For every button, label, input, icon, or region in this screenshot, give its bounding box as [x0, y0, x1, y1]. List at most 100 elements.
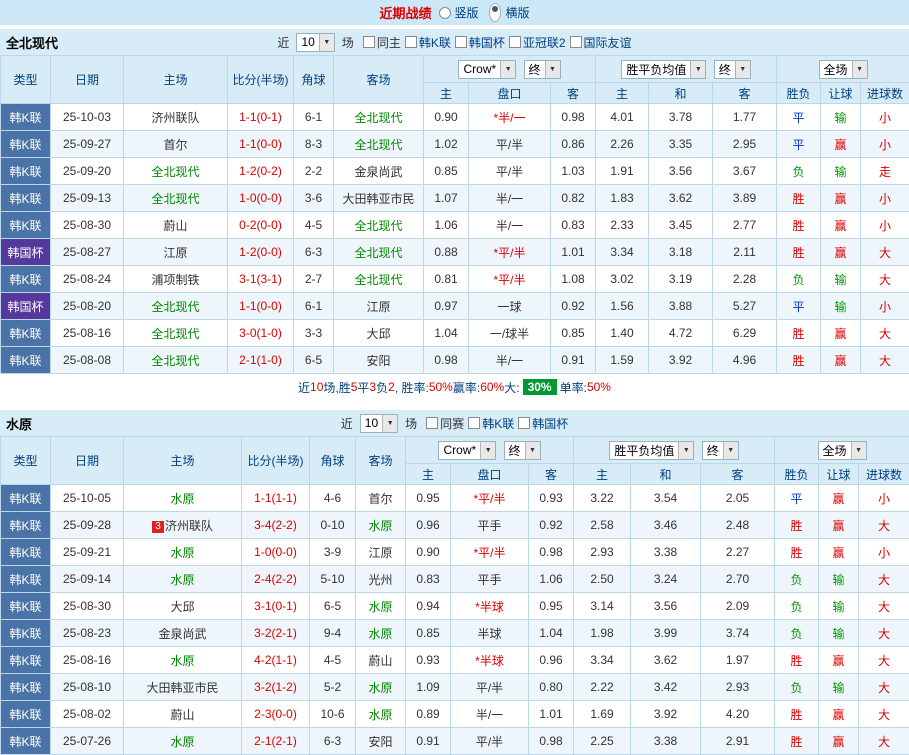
home-team[interactable]: 全北现代 — [124, 185, 228, 212]
home-team[interactable]: 江原 — [124, 239, 228, 266]
match-score[interactable]: 2-1(1-0) — [228, 347, 294, 374]
away-team[interactable]: 安阳 — [334, 347, 424, 374]
radio-selected-icon[interactable] — [489, 3, 501, 22]
away-team[interactable]: 水原 — [356, 620, 406, 647]
match-score[interactable]: 1-0(0-0) — [242, 539, 310, 566]
home-team[interactable]: 济州联队 — [124, 104, 228, 131]
corner-score: 6-1 — [294, 293, 334, 320]
home-team[interactable]: 水原 — [124, 485, 242, 512]
handicap-away-odds: 0.86 — [551, 131, 596, 158]
away-team[interactable]: 全北现代 — [334, 104, 424, 131]
match-score[interactable]: 1-0(0-0) — [228, 185, 294, 212]
filter-韩K联[interactable]: 韩K联 — [468, 415, 514, 432]
match-score[interactable]: 1-1(1-1) — [242, 485, 310, 512]
away-team[interactable]: 江原 — [356, 539, 406, 566]
result-handicap: 赢 — [819, 701, 859, 728]
match-score[interactable]: 1-2(0-2) — [228, 158, 294, 185]
home-team[interactable]: 蔚山 — [124, 701, 242, 728]
checkbox-icon[interactable] — [468, 417, 480, 429]
match-score[interactable]: 2-4(2-2) — [242, 566, 310, 593]
layout-option-vertical[interactable]: 竖版 — [439, 4, 478, 21]
away-team[interactable]: 全北现代 — [334, 239, 424, 266]
checkbox-icon[interactable] — [426, 417, 438, 429]
avg-final-select[interactable]: 终▼ — [702, 441, 739, 460]
full-match-select[interactable]: 全场▼ — [819, 60, 868, 79]
away-team[interactable]: 安阳 — [356, 728, 406, 755]
team-name-text: 大田韩亚市民 — [146, 681, 218, 695]
home-team[interactable]: 全北现代 — [124, 347, 228, 374]
avg-odds-select[interactable]: 胜平负均值▼ — [621, 60, 706, 79]
away-team[interactable]: 全北现代 — [334, 212, 424, 239]
filter-韩K联[interactable]: 韩K联 — [405, 34, 451, 51]
away-team[interactable]: 全北现代 — [334, 131, 424, 158]
match-score[interactable]: 3-2(2-1) — [242, 620, 310, 647]
home-team[interactable]: 全北现代 — [124, 320, 228, 347]
odds-company-select[interactable]: Crow*▼ — [458, 60, 516, 79]
checkbox-icon[interactable] — [509, 36, 521, 48]
avg-final-select[interactable]: 终▼ — [714, 60, 751, 79]
away-team[interactable]: 江原 — [334, 293, 424, 320]
away-team[interactable]: 金泉尚武 — [334, 158, 424, 185]
games-count-select[interactable]: 10▼ — [360, 414, 398, 433]
layout-option-horizontal[interactable]: 横版 — [487, 3, 530, 22]
full-match-select[interactable]: 全场▼ — [818, 441, 867, 460]
home-team[interactable]: 大邱 — [124, 593, 242, 620]
filter-韩国杯[interactable]: 韩国杯 — [518, 415, 568, 432]
away-team[interactable]: 水原 — [356, 512, 406, 539]
away-team[interactable]: 水原 — [356, 674, 406, 701]
home-team[interactable]: 大田韩亚市民 — [124, 674, 242, 701]
home-team[interactable]: 3济州联队 — [124, 512, 242, 539]
odds-final-select[interactable]: 终▼ — [504, 441, 541, 460]
match-score[interactable]: 0-2(0-0) — [228, 212, 294, 239]
home-team[interactable]: 金泉尚武 — [124, 620, 242, 647]
match-score[interactable]: 1-1(0-0) — [228, 131, 294, 158]
corner-score: 3-6 — [294, 185, 334, 212]
match-score[interactable]: 3-0(1-0) — [228, 320, 294, 347]
match-score[interactable]: 3-1(0-1) — [242, 593, 310, 620]
away-team[interactable]: 水原 — [356, 701, 406, 728]
filter-同主[interactable]: 同主 — [363, 34, 401, 51]
home-team[interactable]: 全北现代 — [124, 293, 228, 320]
home-team[interactable]: 浦项制铁 — [124, 266, 228, 293]
home-team[interactable]: 首尔 — [124, 131, 228, 158]
games-count-select[interactable]: 10▼ — [296, 33, 334, 52]
match-date: 25-09-13 — [51, 185, 124, 212]
filter-同赛[interactable]: 同赛 — [426, 415, 464, 432]
odds-company-select[interactable]: Crow*▼ — [438, 441, 496, 460]
checkbox-icon[interactable] — [455, 36, 467, 48]
filter-韩国杯[interactable]: 韩国杯 — [455, 34, 505, 51]
home-team[interactable]: 蔚山 — [124, 212, 228, 239]
away-team[interactable]: 大田韩亚市民 — [334, 185, 424, 212]
away-team[interactable]: 全北现代 — [334, 266, 424, 293]
match-score[interactable]: 3-1(3-1) — [228, 266, 294, 293]
away-team[interactable]: 水原 — [356, 593, 406, 620]
checkbox-icon[interactable] — [405, 36, 417, 48]
match-score[interactable]: 3-2(1-2) — [242, 674, 310, 701]
checkbox-icon[interactable] — [570, 36, 582, 48]
odds-final-select[interactable]: 终▼ — [524, 60, 561, 79]
match-score[interactable]: 1-1(0-1) — [228, 104, 294, 131]
checkbox-icon[interactable] — [518, 417, 530, 429]
avg-odds-select[interactable]: 胜平负均值▼ — [609, 441, 694, 460]
radio-icon[interactable] — [439, 7, 451, 19]
home-team[interactable]: 水原 — [124, 647, 242, 674]
home-team[interactable]: 全北现代 — [124, 158, 228, 185]
match-score[interactable]: 3-4(2-2) — [242, 512, 310, 539]
filter-国际友谊[interactable]: 国际友谊 — [570, 34, 632, 51]
home-team[interactable]: 水原 — [124, 566, 242, 593]
corner-score: 3-3 — [294, 320, 334, 347]
home-team[interactable]: 水原 — [124, 539, 242, 566]
match-score[interactable]: 1-1(0-0) — [228, 293, 294, 320]
away-team[interactable]: 大邱 — [334, 320, 424, 347]
away-team[interactable]: 蔚山 — [356, 647, 406, 674]
away-team[interactable]: 首尔 — [356, 485, 406, 512]
match-score[interactable]: 2-1(2-1) — [242, 728, 310, 755]
checkbox-icon[interactable] — [363, 36, 375, 48]
home-team[interactable]: 水原 — [124, 728, 242, 755]
match-score[interactable]: 4-2(1-1) — [242, 647, 310, 674]
filter-亚冠联2[interactable]: 亚冠联2 — [509, 34, 566, 51]
away-team[interactable]: 光州 — [356, 566, 406, 593]
result-goals: 小 — [861, 104, 909, 131]
match-score[interactable]: 2-3(0-0) — [242, 701, 310, 728]
match-score[interactable]: 1-2(0-0) — [228, 239, 294, 266]
